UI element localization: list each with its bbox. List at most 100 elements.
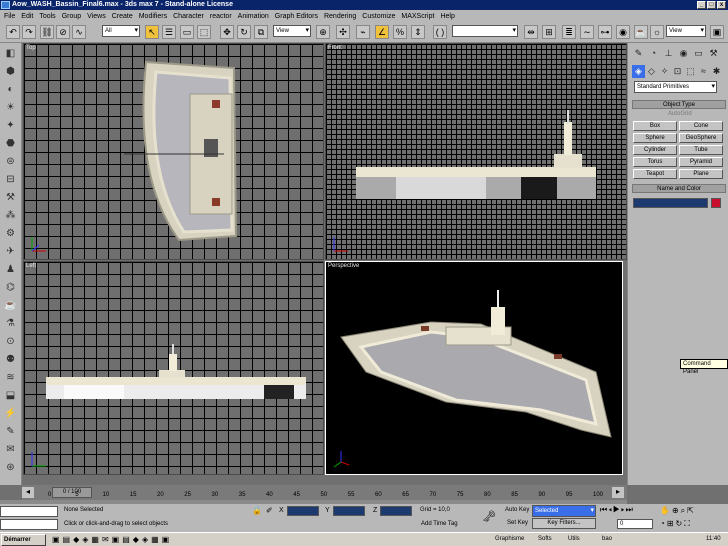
window-crossing-icon[interactable]: ⬚ — [197, 25, 211, 39]
pyramid-button[interactable]: Pyramid — [679, 157, 723, 167]
render-type-dropdown[interactable]: View — [666, 25, 706, 37]
object-color-swatch[interactable] — [711, 198, 721, 208]
tube-button[interactable]: Tube — [679, 145, 723, 155]
cylinder-button[interactable]: Cylinder — [633, 145, 677, 155]
menu-rendering[interactable]: Rendering — [324, 13, 356, 20]
menu-help[interactable]: Help — [440, 13, 454, 20]
hair-icon[interactable]: ≋ — [3, 371, 18, 385]
systems-icon[interactable]: ✱ — [710, 65, 723, 78]
utilities-panel-icon[interactable]: ⚒ — [707, 47, 720, 60]
object-name-field[interactable] — [633, 198, 708, 208]
close-button[interactable]: x — [717, 1, 726, 9]
shapes-icon[interactable]: ◇ — [645, 65, 658, 78]
select-by-name-icon[interactable]: ☰ — [162, 25, 176, 39]
modifiers-tab-icon[interactable]: ⊟ — [3, 173, 18, 187]
mental-ray-tab-icon[interactable]: ⚗ — [3, 317, 18, 331]
menu-reactor[interactable]: reactor — [210, 13, 232, 20]
menu-file[interactable]: File — [4, 13, 15, 20]
viewport-nav-controls[interactable]: ✋⊕⌕⇱ — [660, 506, 696, 516]
cameras-tab-icon[interactable]: ✦ — [3, 119, 18, 133]
playback-controls[interactable]: ⏮◂▶▸⏭ — [600, 505, 634, 515]
auto-key-button[interactable]: Auto Key — [505, 507, 529, 513]
undo-icon[interactable]: ↶ — [6, 25, 20, 39]
menu-character[interactable]: Character — [173, 13, 204, 20]
viewport-top-label[interactable]: Top — [26, 45, 36, 51]
redo-icon[interactable]: ↷ — [22, 25, 36, 39]
motion-tab-icon[interactable]: ◉ — [677, 47, 690, 60]
prev-frame-icon[interactable]: ◂ — [22, 487, 34, 498]
space-warps-tab-icon[interactable]: ⊜ — [3, 155, 18, 169]
edit-named-selections-icon[interactable]: ( ) — [433, 25, 447, 39]
object-type-rollout[interactable]: Object Type — [632, 100, 726, 109]
menu-tools[interactable]: Tools — [39, 13, 55, 20]
utilities-tab-icon[interactable]: ⚡ — [3, 407, 18, 421]
render-last-icon[interactable]: ▣ — [710, 25, 724, 39]
key-filters-button[interactable]: Key Filters... — [532, 518, 596, 529]
percent-snap-icon[interactable]: % — [393, 25, 407, 39]
menu-graph-editors[interactable]: Graph Editors — [275, 13, 318, 20]
maxscript-listener-field[interactable] — [0, 506, 58, 517]
viewport-front[interactable]: Front — [325, 43, 627, 260]
y-coord-field[interactable] — [333, 506, 365, 516]
taskbar-softs[interactable]: Softs — [538, 534, 552, 546]
spinner-snap-icon[interactable]: ⇕ — [411, 25, 425, 39]
next-frame-icon[interactable]: ▸ — [612, 487, 624, 498]
rotate-icon[interactable]: ↻ — [237, 25, 251, 39]
key-icon[interactable]: 🗝 — [482, 510, 496, 523]
taskbar-utils[interactable]: Utils — [568, 534, 580, 546]
menu-modifiers[interactable]: Modifiers — [139, 13, 167, 20]
cloth-icon[interactable]: ⬓ — [3, 389, 18, 403]
select-object-icon[interactable]: ↖ — [145, 25, 159, 39]
bind-space-warp-icon[interactable]: ∿ — [72, 25, 86, 39]
viewport-perspective[interactable]: Perspective — [325, 261, 623, 475]
menu-views[interactable]: Views — [87, 13, 106, 20]
viewport-front-label[interactable]: Front — [328, 45, 342, 51]
helpers-tab-icon[interactable]: ⬣ — [3, 137, 18, 151]
menu-group[interactable]: Group — [62, 13, 81, 20]
curve-editor-icon[interactable]: ∼ — [580, 25, 594, 39]
viewport-left-label[interactable]: Left — [26, 263, 36, 269]
render-tab-icon[interactable]: ☕ — [3, 299, 18, 313]
z-coord-field[interactable] — [380, 506, 412, 516]
add-time-tag[interactable]: Add Time Tag — [421, 521, 458, 527]
viewport-left[interactable]: Left — [23, 261, 324, 475]
plane-button[interactable]: Plane — [679, 169, 723, 179]
custom-tab-icon[interactable]: ✎ — [3, 425, 18, 439]
menu-create[interactable]: Create — [112, 13, 133, 20]
display-tab-icon[interactable]: ▭ — [692, 47, 705, 60]
extras-tab-icon[interactable]: ⊛ — [3, 461, 18, 475]
move-icon[interactable]: ✥ — [220, 25, 234, 39]
script-tab-icon[interactable]: ✉ — [3, 443, 18, 457]
teapot-button[interactable]: Teapot — [633, 169, 677, 179]
absolute-mode-icon[interactable]: ✐ — [266, 506, 273, 515]
modify-tab-icon[interactable]: ◔ — [647, 47, 660, 60]
menu-animation[interactable]: Animation — [238, 13, 269, 20]
viewport-nav-controls-2[interactable]: ◔⊞↻⛶ — [660, 519, 692, 529]
create-tab-icon[interactable]: ✎ — [632, 47, 645, 60]
menu-maxscript[interactable]: MAXScript — [401, 13, 434, 20]
helpers-icon[interactable]: ⬚ — [684, 65, 697, 78]
shapes-tab-icon[interactable]: ⬢ — [3, 65, 18, 79]
viewport-perspective-label[interactable]: Perspective — [328, 263, 359, 269]
key-mode-dropdown[interactable]: Selected — [532, 505, 596, 517]
geosphere-button[interactable]: GeoSphere — [679, 133, 723, 143]
space-warps-icon[interactable]: ≈ — [697, 65, 710, 78]
align-icon[interactable]: ⊞ — [542, 25, 556, 39]
torus-button[interactable]: Torus — [633, 157, 677, 167]
biped-icon[interactable]: ⚉ — [3, 353, 18, 367]
angle-snap-icon[interactable]: ∠ — [375, 25, 389, 39]
minimize-button[interactable]: _ — [697, 1, 706, 9]
character-tab-icon[interactable]: ♟ — [3, 263, 18, 277]
layer-manager-icon[interactable]: ≣ — [562, 25, 576, 39]
objects-list-icon[interactable]: ⊙ — [3, 335, 18, 349]
select-link-icon[interactable]: ⛓ — [40, 25, 54, 39]
autogrid-checkbox[interactable]: AutoGrid — [668, 111, 692, 117]
menu-edit[interactable]: Edit — [21, 13, 33, 20]
animation-tab-icon[interactable]: ✈ — [3, 245, 18, 259]
menu-customize[interactable]: Customize — [362, 13, 395, 20]
reference-coord-dropdown[interactable]: View — [273, 25, 311, 37]
objects-tab-icon[interactable]: ◧ — [3, 47, 18, 61]
viewport-top[interactable]: Top — [23, 43, 324, 260]
maximize-button[interactable]: □ — [707, 1, 716, 9]
quick-render-icon[interactable]: ☼ — [650, 25, 664, 39]
